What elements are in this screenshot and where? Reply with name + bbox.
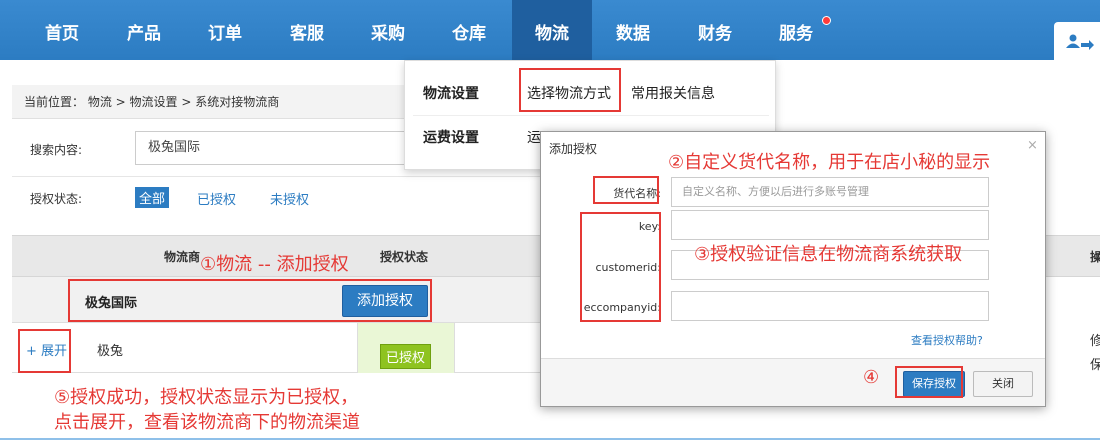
menu-freight-sub[interactable]: 运 bbox=[527, 127, 541, 147]
highlight-choose-method bbox=[519, 68, 621, 112]
breadcrumb-path: 物流 > 物流设置 > 系统对接物流商 bbox=[87, 95, 280, 109]
nav-item-purchasing[interactable]: 采购 bbox=[353, 0, 423, 60]
annotation-step-2: ②自定义货代名称，用于在店小秘的显示 bbox=[668, 152, 991, 173]
highlight-forwarder-label bbox=[593, 176, 659, 204]
nav-item-products[interactable]: 产品 bbox=[109, 0, 179, 60]
eccompanyid-input[interactable] bbox=[671, 291, 989, 321]
nav-item-orders[interactable]: 订单 bbox=[190, 0, 260, 60]
status-badge: 已授权 bbox=[380, 344, 432, 369]
filter-unauthorized[interactable]: 未授权 bbox=[270, 189, 309, 208]
menu-customs-info[interactable]: 常用报关信息 bbox=[631, 83, 715, 103]
highlight-credential-labels bbox=[580, 212, 661, 322]
annotation-step-5-line1: ⑤授权成功，授权状态显示为已授权， bbox=[54, 387, 359, 408]
status-filter-label: 授权状态: bbox=[30, 192, 83, 206]
auth-help-link[interactable]: 查看授权帮助? bbox=[911, 332, 983, 348]
key-input[interactable] bbox=[671, 210, 989, 240]
save-link[interactable]: 保 bbox=[1090, 354, 1100, 373]
annotation-step-1: ①物流 -- 添加授权 bbox=[200, 254, 349, 275]
menu-divider bbox=[413, 115, 769, 116]
table-row: + 展开 极兔 bbox=[12, 323, 542, 373]
user-menu[interactable] bbox=[1054, 22, 1100, 62]
menu-logistics-settings: 物流设置 bbox=[423, 86, 479, 102]
filter-authorized[interactable]: 已授权 bbox=[197, 189, 236, 208]
column-header-status: 授权状态 bbox=[380, 250, 429, 264]
nav-item-services[interactable]: 服务 bbox=[761, 0, 831, 60]
nav-item-warehouse[interactable]: 仓库 bbox=[434, 0, 504, 60]
highlight-add-auth bbox=[68, 279, 432, 322]
page-root: 首页 产品 订单 客服 采购 仓库 物流 数据 财务 服务 当前位置： 物流 >… bbox=[0, 0, 1100, 443]
edit-link[interactable]: 修 bbox=[1090, 330, 1100, 349]
top-nav: 首页 产品 订单 客服 采购 仓库 物流 数据 财务 服务 bbox=[0, 0, 1100, 62]
nav-item-data[interactable]: 数据 bbox=[598, 0, 668, 60]
highlight-expand bbox=[18, 329, 71, 373]
nav-item-logistics[interactable]: 物流 bbox=[512, 0, 592, 60]
notification-dot bbox=[822, 16, 831, 25]
nav-item-customer-service[interactable]: 客服 bbox=[272, 0, 342, 60]
divider bbox=[12, 176, 542, 177]
nav-item-home[interactable]: 首页 bbox=[27, 0, 97, 60]
breadcrumb-label: 当前位置： bbox=[24, 95, 85, 109]
provider-name: 极兔 bbox=[97, 344, 124, 359]
menu-freight-settings: 运费设置 bbox=[423, 130, 479, 146]
dialog-close-icon[interactable]: × bbox=[1027, 138, 1038, 153]
annotation-step-5-line2: 点击展开，查看该物流商下的物流渠道 bbox=[54, 412, 360, 433]
annotation-step-3: ③授权验证信息在物流商系统获取 bbox=[694, 244, 963, 265]
bottom-border bbox=[0, 438, 1100, 440]
column-header-operations: 操 bbox=[1090, 250, 1100, 264]
dialog-title: 添加授权 bbox=[549, 142, 598, 156]
user-icon bbox=[1066, 34, 1094, 50]
annotation-step-4: ④ bbox=[863, 367, 880, 388]
highlight-save-button bbox=[895, 366, 963, 398]
close-dialog-button[interactable]: 关闭 bbox=[973, 371, 1033, 397]
nav-item-finance[interactable]: 财务 bbox=[680, 0, 750, 60]
search-label: 搜索内容: bbox=[30, 143, 83, 157]
dialog-footer: 保存授权 关闭 bbox=[541, 358, 1045, 406]
filter-all[interactable]: 全部 bbox=[135, 187, 170, 208]
forwarder-name-input[interactable]: 自定义名称、方便以后进行多账号管理 bbox=[671, 177, 989, 207]
column-header-provider: 物流商 bbox=[164, 250, 201, 264]
